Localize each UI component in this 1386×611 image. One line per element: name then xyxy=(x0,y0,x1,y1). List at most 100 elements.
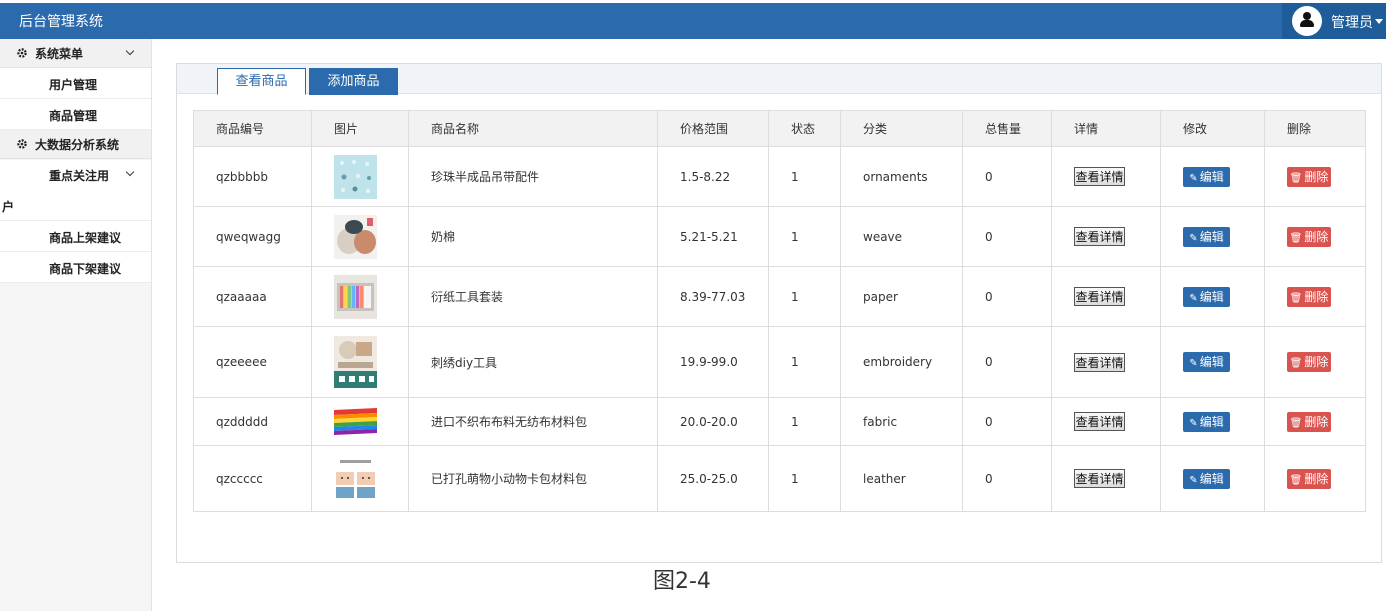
sidebar-item-product-management[interactable]: 商品管理 xyxy=(0,99,151,130)
product-id: qzeeeee xyxy=(193,326,312,398)
sidebar-item-user-management[interactable]: 用户管理 xyxy=(0,68,151,99)
price-range: 1.5-8.22 xyxy=(657,146,769,207)
sidebar-item-label: 用户管理 xyxy=(49,78,98,92)
edit-icon: ✎ xyxy=(1189,358,1198,369)
trash-icon: 🗑 xyxy=(1289,292,1303,304)
product-name: 刺绣diy工具 xyxy=(408,326,658,398)
edit-button[interactable]: ✎ 编辑 xyxy=(1183,166,1230,187)
product-id: qweqwagg xyxy=(193,206,312,267)
price-range: 19.9-99.0 xyxy=(657,326,769,398)
column-header: 分类 xyxy=(840,110,963,147)
figure-caption: 图2-4 xyxy=(653,569,711,594)
chevron-down-icon xyxy=(125,46,135,56)
sidebar-item-listing-suggestion[interactable]: 商品上架建议 xyxy=(0,221,151,252)
gear-icon xyxy=(17,139,27,149)
edit-button[interactable]: ✎ 编辑 xyxy=(1183,352,1230,372)
caret-down-icon xyxy=(1375,19,1383,24)
column-header: 图片 xyxy=(311,110,409,147)
top-navbar: 后台管理系统 管理员 xyxy=(0,3,1386,39)
product-thumbnail xyxy=(334,456,377,501)
view-detail-button[interactable]: 查看详情 xyxy=(1074,352,1125,372)
table-header-row: 商品编号 图片 商品名称 价格范围 状态 分类 总售量 详情 修改 删除 xyxy=(193,110,1366,147)
edit-icon: ✎ xyxy=(1189,292,1198,304)
product-thumbnail xyxy=(334,274,377,319)
sales-value: 0 xyxy=(962,445,1052,512)
edit-label: 编辑 xyxy=(1199,169,1224,184)
user-menu[interactable]: 管理员 xyxy=(1282,3,1386,39)
column-header: 总售量 xyxy=(962,110,1052,147)
delete-button[interactable]: 🗑 删除 xyxy=(1287,352,1331,372)
sidebar-item-delisting-suggestion[interactable]: 商品下架建议 xyxy=(0,252,151,283)
delete-button[interactable]: 🗑 删除 xyxy=(1287,286,1331,307)
product-id: qzaaaaa xyxy=(193,266,312,327)
delete-button[interactable]: 🗑 删除 xyxy=(1287,166,1331,187)
edit-button[interactable]: ✎ 编辑 xyxy=(1183,286,1230,307)
product-thumbnail xyxy=(334,214,377,259)
tab-bar: 查看商品 添加商品 xyxy=(177,64,1381,95)
sidebar-item-label: 商品上架建议 xyxy=(49,231,122,245)
edit-button[interactable]: ✎ 编辑 xyxy=(1183,468,1230,489)
product-name: 进口不织布布料无纺布材料包 xyxy=(408,397,658,446)
price-range: 5.21-5.21 xyxy=(657,206,769,267)
product-thumbnail xyxy=(334,336,377,388)
status-value: 1 xyxy=(768,326,841,398)
status-value: 1 xyxy=(768,146,841,207)
view-detail-button[interactable]: 查看详情 xyxy=(1074,287,1125,306)
delete-label: 删除 xyxy=(1304,355,1329,369)
main-panel: 查看商品 添加商品 商品编号 图片 商品名称 价格范围 状态 分类 总售量 详情… xyxy=(176,63,1382,563)
product-name: 奶棉 xyxy=(408,206,658,267)
edit-label: 编辑 xyxy=(1199,289,1224,304)
sidebar-item-focus-users[interactable]: 重点关注用 户 xyxy=(0,160,151,221)
table-row: qzbbbbb 珍珠半成品吊带配件 1.5-8.22 1 ornaments 0… xyxy=(193,146,1366,207)
tab-view-products[interactable]: 查看商品 xyxy=(217,68,306,95)
sidebar-item-label: 重点关注用 xyxy=(49,169,110,183)
edit-label: 编辑 xyxy=(1199,355,1224,369)
table-row: qweqwagg 奶棉 5.21-5.21 1 weave 0 查看详情 ✎编 xyxy=(193,206,1366,267)
chevron-down-icon xyxy=(125,167,135,177)
view-detail-button[interactable]: 查看详情 xyxy=(1074,412,1125,431)
sidebar-group-label: 系统菜单 xyxy=(35,47,84,61)
category-value: fabric xyxy=(840,397,963,446)
category-value: ornaments xyxy=(840,146,963,207)
trash-icon: 🗑 xyxy=(1289,232,1303,244)
edit-button[interactable]: ✎ 编辑 xyxy=(1183,411,1230,432)
column-header: 价格范围 xyxy=(657,110,769,147)
product-thumbnail xyxy=(334,405,377,438)
sidebar-item-label: 商品下架建议 xyxy=(49,262,122,276)
price-range: 20.0-20.0 xyxy=(657,397,769,446)
sidebar-group-system-menu[interactable]: 系统菜单 xyxy=(0,39,151,68)
user-name: 管理员 xyxy=(1331,15,1373,31)
delete-button[interactable]: 🗑 删除 xyxy=(1287,468,1331,489)
edit-icon: ✎ xyxy=(1189,232,1198,244)
edit-button[interactable]: ✎ 编辑 xyxy=(1183,226,1230,247)
view-detail-button[interactable]: 查看详情 xyxy=(1074,227,1125,246)
table-row: qzaaaaa 衍纸工具套装 8.39-77.03 1 paper 0 查看详情… xyxy=(193,266,1366,327)
view-detail-button[interactable]: 查看详情 xyxy=(1074,167,1125,186)
delete-label: 删除 xyxy=(1304,289,1329,304)
sidebar-group-big-data[interactable]: 大数据分析系统 xyxy=(0,130,151,159)
delete-button[interactable]: 🗑 删除 xyxy=(1287,411,1331,432)
view-detail-button[interactable]: 查看详情 xyxy=(1074,469,1125,488)
product-table: 商品编号 图片 商品名称 价格范围 状态 分类 总售量 详情 修改 删除 qzb… xyxy=(193,110,1366,512)
column-header: 详情 xyxy=(1051,110,1161,147)
edit-icon: ✎ xyxy=(1189,172,1198,184)
table-row: qzeeeee 刺绣diy工具 19.9-99.0 1 embroidery 0… xyxy=(193,326,1366,398)
edit-label: 编辑 xyxy=(1199,414,1224,429)
table-row: qzddddd 进口不织布布料无纺布材料包 20.0-20.0 1 fabric… xyxy=(193,397,1366,446)
column-header: 商品编号 xyxy=(193,110,312,147)
product-id: qzccccc xyxy=(193,445,312,512)
product-name: 珍珠半成品吊带配件 xyxy=(408,146,658,207)
tab-add-product[interactable]: 添加商品 xyxy=(309,68,398,95)
trash-icon: 🗑 xyxy=(1289,172,1303,184)
delete-button[interactable]: 🗑 删除 xyxy=(1287,226,1331,247)
avatar-icon xyxy=(1292,6,1322,36)
status-value: 1 xyxy=(768,397,841,446)
sales-value: 0 xyxy=(962,326,1052,398)
sidebar: 系统菜单 用户管理 商品管理 大数据分析系统 重点关注用 户 商品上架建议 商品… xyxy=(0,39,152,611)
product-name: 衍纸工具套装 xyxy=(408,266,658,327)
delete-label: 删除 xyxy=(1304,229,1329,244)
category-value: embroidery xyxy=(840,326,963,398)
product-id: qzbbbbb xyxy=(193,146,312,207)
edit-label: 编辑 xyxy=(1199,471,1224,486)
price-range: 25.0-25.0 xyxy=(657,445,769,512)
